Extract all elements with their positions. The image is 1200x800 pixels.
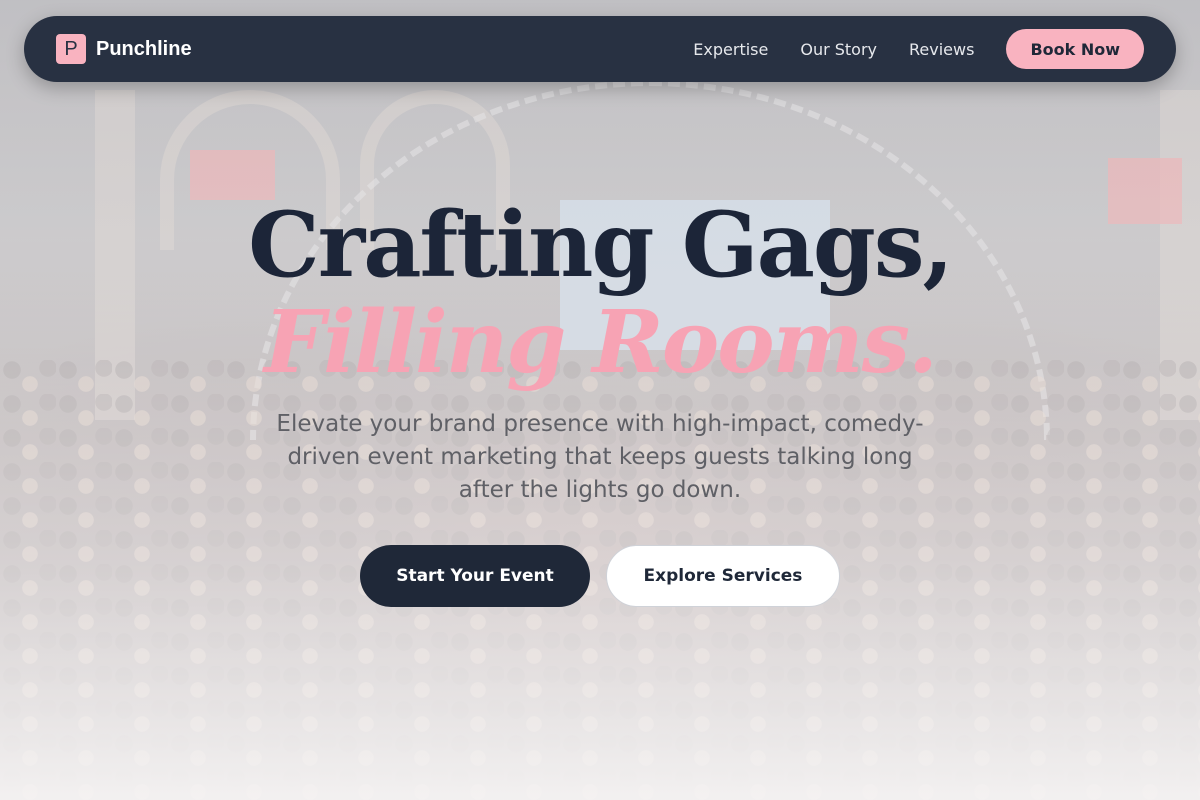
nav-link-expertise[interactable]: Expertise bbox=[693, 40, 768, 59]
hero-headline-line1: Crafting Gags, bbox=[248, 192, 954, 298]
brand-name: Punchline bbox=[96, 37, 192, 60]
start-your-event-button[interactable]: Start Your Event bbox=[360, 545, 590, 607]
hero-background-image bbox=[0, 0, 1200, 800]
book-now-button[interactable]: Book Now bbox=[1006, 29, 1144, 69]
nav-link-reviews[interactable]: Reviews bbox=[909, 40, 974, 59]
hero-headline-line2: Filling Rooms. bbox=[264, 292, 938, 393]
hero-subtitle: Elevate your brand presence with high-im… bbox=[276, 411, 924, 503]
nav-links: Expertise Our Story Reviews Book Now bbox=[693, 29, 1144, 69]
nav-link-our-story[interactable]: Our Story bbox=[800, 40, 877, 59]
hero-cta-row: Start Your Event Explore Services bbox=[360, 545, 840, 607]
background-overlay bbox=[0, 0, 1200, 800]
top-navbar: P Punchline Expertise Our Story Reviews … bbox=[24, 16, 1176, 82]
logo-mark-icon: P bbox=[56, 34, 86, 64]
brand-logo[interactable]: P Punchline bbox=[56, 34, 192, 64]
explore-services-button[interactable]: Explore Services bbox=[606, 545, 840, 607]
